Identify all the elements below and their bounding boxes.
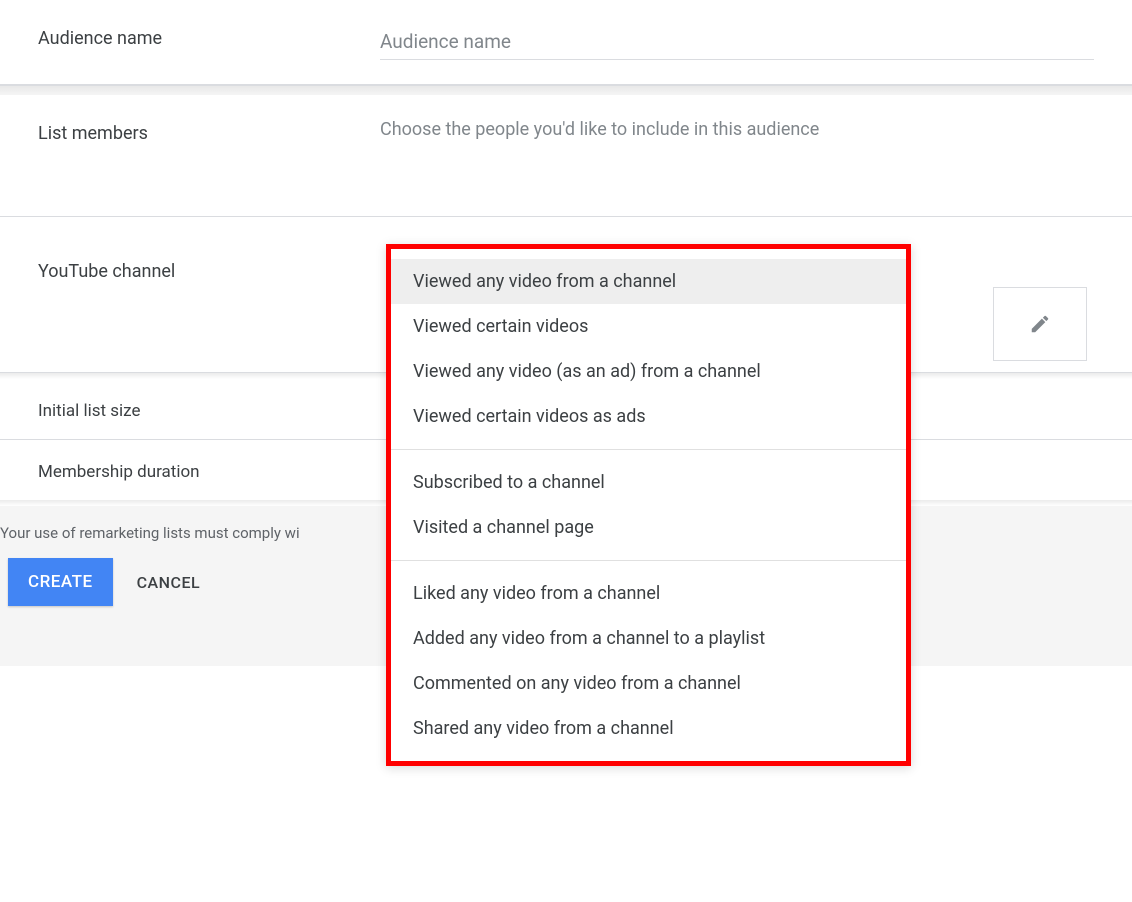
initial-list-size-label: Initial list size <box>38 397 380 421</box>
cancel-button[interactable]: CANCEL <box>137 573 201 592</box>
audience-name-content <box>380 24 1094 60</box>
dropdown-item-shared[interactable]: Shared any video from a channel <box>391 706 906 751</box>
edit-channel-button[interactable] <box>993 287 1087 361</box>
pencil-icon <box>1029 313 1051 335</box>
dropdown-item-viewed-any-video[interactable]: Viewed any video from a channel <box>391 259 906 304</box>
dropdown-item-subscribed[interactable]: Subscribed to a channel <box>391 460 906 505</box>
audience-name-label: Audience name <box>38 24 380 49</box>
dropdown-item-visited-channel-page[interactable]: Visited a channel page <box>391 505 906 550</box>
youtube-channel-label: YouTube channel <box>38 257 380 282</box>
dropdown-item-viewed-any-video-as-ad[interactable]: Viewed any video (as an ad) from a chann… <box>391 349 906 394</box>
dropdown-group: Liked any video from a channel Added any… <box>391 561 906 761</box>
policy-prefix: Your use of remarketing lists must compl… <box>0 524 300 542</box>
list-members-section: List members Choose the people you'd lik… <box>0 95 1132 217</box>
list-members-label: List members <box>38 119 380 144</box>
audience-name-input[interactable] <box>380 24 1094 60</box>
list-members-description: Choose the people you'd like to include … <box>380 119 1094 140</box>
list-members-dropdown: Viewed any video from a channel Viewed c… <box>386 244 911 766</box>
dropdown-item-viewed-certain-videos[interactable]: Viewed certain videos <box>391 304 906 349</box>
dropdown-item-added-to-playlist[interactable]: Added any video from a channel to a play… <box>391 616 906 661</box>
dropdown-item-liked[interactable]: Liked any video from a channel <box>391 571 906 616</box>
membership-duration-label: Membership duration <box>38 458 380 482</box>
dropdown-item-commented[interactable]: Commented on any video from a channel <box>391 661 906 706</box>
dropdown-group: Subscribed to a channel Visited a channe… <box>391 450 906 561</box>
dropdown-group: Viewed any video from a channel Viewed c… <box>391 249 906 450</box>
audience-name-section: Audience name <box>0 0 1132 85</box>
form-container: Audience name List members Choose the pe… <box>0 0 1132 666</box>
dropdown-item-viewed-certain-videos-as-ads[interactable]: Viewed certain videos as ads <box>391 394 906 439</box>
create-button[interactable]: CREATE <box>8 558 113 606</box>
list-members-content: Choose the people you'd like to include … <box>380 119 1094 156</box>
section-divider <box>0 85 1132 95</box>
